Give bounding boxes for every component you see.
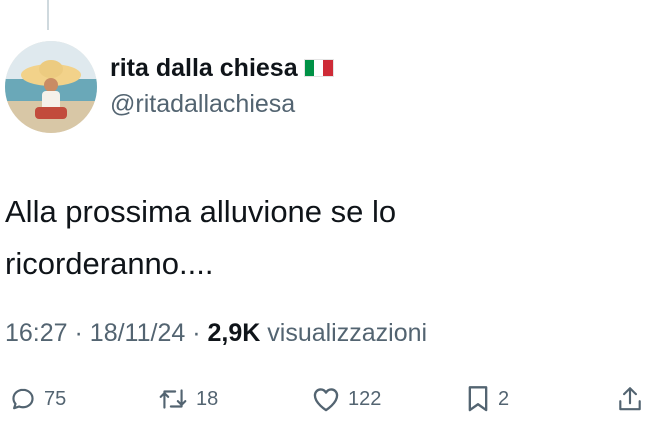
bookmark-icon (468, 386, 488, 412)
like-button[interactable]: 122 (312, 383, 381, 415)
views-label[interactable]: visualizzazioni (267, 319, 427, 347)
repost-icon (159, 389, 187, 409)
reply-button[interactable]: 75 (10, 383, 66, 415)
author-handle[interactable]: @ritadallachiesa (110, 89, 295, 119)
repost-count: 18 (196, 387, 219, 410)
tweet-time[interactable]: 16:27 (5, 319, 68, 347)
repost-button[interactable]: 18 (158, 383, 218, 415)
tweet-meta: 16:27 · 18/11/24 · 2,9K visualizzazioni (5, 318, 427, 348)
share-button[interactable] (617, 383, 643, 415)
thread-line (47, 0, 49, 30)
bookmark-button[interactable]: 2 (466, 383, 509, 415)
meta-separator: · (74, 319, 83, 347)
like-count: 122 (348, 387, 382, 410)
reply-count: 75 (44, 387, 67, 410)
tweet-actions: 75 18 122 2 (0, 383, 650, 415)
bookmark-count: 2 (498, 387, 510, 410)
meta-separator: · (192, 319, 201, 347)
avatar[interactable] (5, 41, 97, 133)
tweet-text: Alla prossima alluvione se lo ricorderan… (5, 194, 397, 281)
author-display-name[interactable]: rita dalla chiesa (110, 53, 298, 83)
tweet-date[interactable]: 18/11/24 (90, 319, 185, 347)
italy-flag-icon (303, 59, 334, 77)
views-count[interactable]: 2,9K (208, 319, 261, 347)
author-display-name-row[interactable]: rita dalla chiesa (110, 53, 334, 83)
share-icon (619, 387, 641, 411)
reply-icon (12, 388, 34, 410)
heart-icon (313, 388, 339, 412)
